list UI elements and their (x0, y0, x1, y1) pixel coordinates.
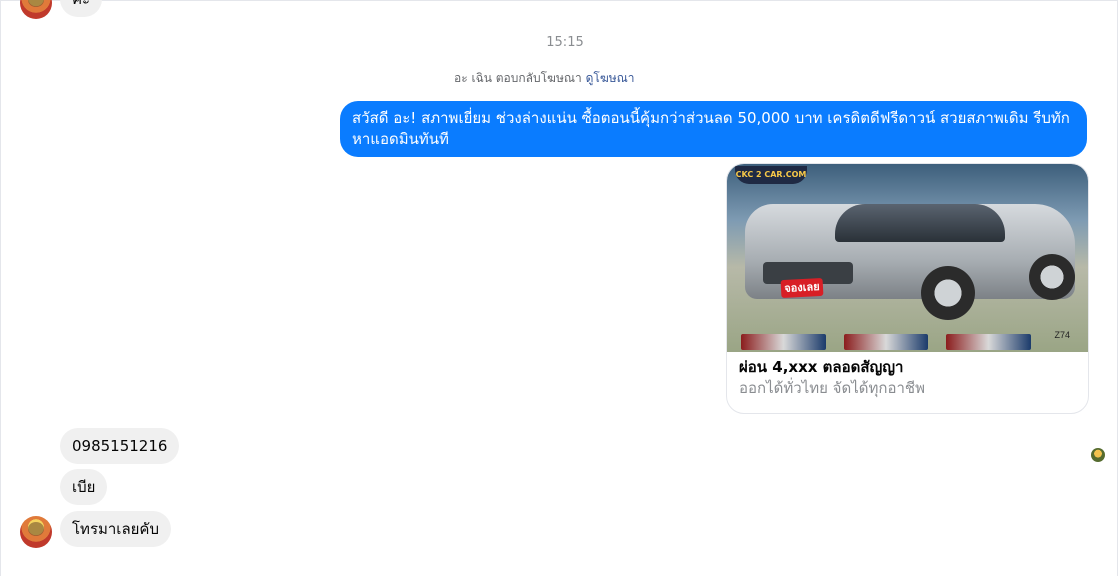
message-timestamp: 15:15 (546, 35, 584, 50)
ad-image[interactable]: CKC 2 CAR.COM จองเลย Z74 (727, 164, 1088, 352)
message-bubble[interactable]: โทรมาเลยคับ (60, 511, 171, 547)
sender-avatar[interactable] (20, 516, 52, 548)
seen-indicator-icon (1091, 448, 1105, 462)
ad-subtitle: ออกได้ทั่วไทย จัดได้ทุกอาชีพ (739, 379, 925, 397)
image-code: Z74 (1054, 330, 1070, 340)
thumbnail (741, 334, 826, 350)
ad-card[interactable]: CKC 2 CAR.COM จองเลย Z74 ผ่อน 4,xxx ตลอด… (726, 163, 1089, 414)
thumbnail-strip (741, 334, 1032, 350)
message-bubble-top[interactable]: ค่ะ (60, 0, 103, 17)
sender-avatar[interactable] (20, 0, 52, 19)
thumbnail (843, 334, 929, 350)
truck-rear-wheel (1029, 254, 1075, 300)
message-text: 0985151216 (72, 437, 168, 455)
truck-front-wheel (921, 266, 975, 320)
truck-cab (835, 204, 1005, 242)
chat-thread: ค่ะ 15:15 อะ เฉิน ตอบกลับโฆษณา ดูโฆษณา ส… (0, 0, 1118, 576)
reply-note-text: อะ เฉิน ตอบกลับโฆษณา (454, 71, 582, 85)
message-text: สวัสดี อะ! สภาพเยี่ยม ช่วงล่างแน่น ซื้อต… (352, 109, 1070, 148)
message-text: โทรมาเลยคับ (72, 520, 159, 538)
thumbnail (946, 334, 1032, 350)
message-bubble[interactable]: เบีย (60, 469, 108, 505)
message-text: ค่ะ (72, 0, 90, 8)
dealer-logo: CKC 2 CAR.COM (735, 166, 807, 184)
book-now-sticker: จองเลย (780, 277, 824, 299)
message-text: เบีย (72, 478, 96, 496)
outgoing-message-bubble[interactable]: สวัสดี อะ! สภาพเยี่ยม ช่วงล่างแน่น ซื้อต… (340, 101, 1087, 157)
message-bubble[interactable]: 0985151216 (60, 428, 180, 464)
ad-reply-note: อะ เฉิน ตอบกลับโฆษณา ดูโฆษณา (454, 69, 635, 88)
view-ad-link[interactable]: ดูโฆษณา (586, 71, 635, 85)
